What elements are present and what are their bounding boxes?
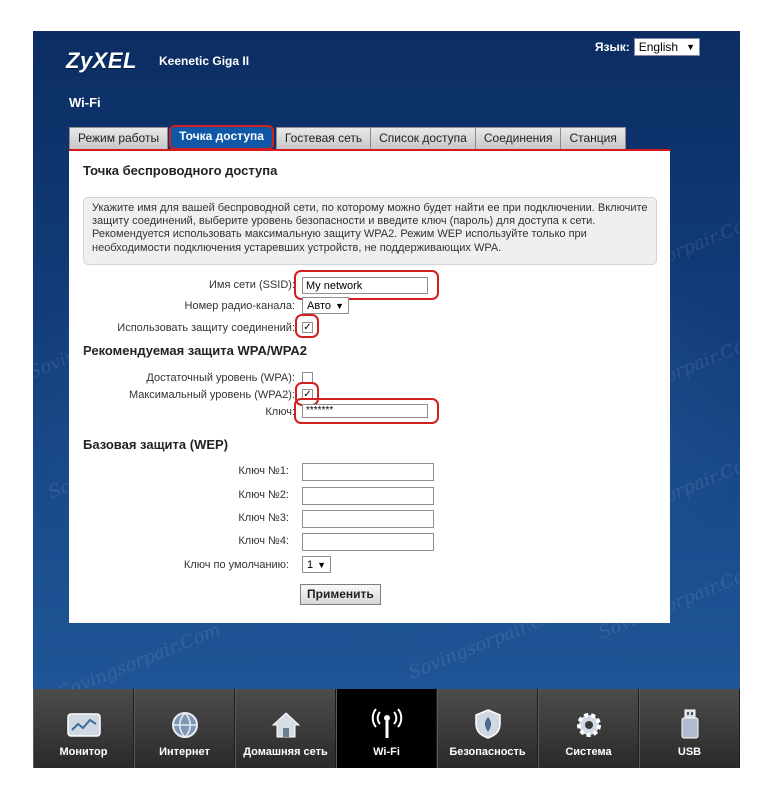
globe-icon (171, 712, 198, 738)
tab-station[interactable]: Станция (560, 127, 626, 149)
ssid-label: Имя сети (SSID): (208, 279, 295, 291)
wep-key2-input[interactable] (302, 487, 434, 505)
monitor-icon (66, 713, 101, 737)
home-icon (271, 712, 300, 738)
ssid-value: My network (306, 280, 363, 292)
channel-label: Номер радио-канала: (184, 300, 295, 312)
protect-label: Использовать защиту соединений: (117, 322, 295, 334)
wpa-checkbox[interactable] (302, 372, 313, 383)
wep-key4-label: Ключ №4: (238, 535, 289, 547)
key-input[interactable]: ******* (302, 404, 428, 418)
taskbar-security[interactable]: Безопасность (437, 689, 538, 768)
brand-logo: ZyXEL (66, 48, 137, 73)
tab-bar: Режим работы Точка доступа Гостевая сеть… (69, 125, 626, 150)
protect-checkbox[interactable]: ✓ (302, 322, 313, 333)
settings-panel: Точка беспроводного доступа Укажите имя … (69, 149, 670, 623)
language-value: English (638, 40, 679, 54)
wifi-icon (371, 708, 402, 738)
chevron-down-icon: ▼ (335, 300, 344, 311)
taskbar-home-network[interactable]: Домашняя сеть (235, 689, 336, 768)
chevron-down-icon: ▼ (686, 42, 695, 52)
taskbar-system-label: Система (565, 746, 612, 758)
wep-key3-label: Ключ №3: (238, 512, 289, 524)
key-label: Ключ: (265, 406, 295, 418)
tab-access-list[interactable]: Список доступа (370, 127, 476, 149)
taskbar-usb[interactable]: USB (639, 689, 740, 768)
router-admin-window: ZyXEL Keenetic Giga II Язык: English ▼ W… (33, 31, 740, 768)
page-title: Wi-Fi (69, 95, 101, 110)
wep-key1-input[interactable] (302, 463, 434, 481)
tab-access-point[interactable]: Точка доступа (169, 125, 274, 150)
wep-key2-label: Ключ №2: (238, 489, 289, 501)
taskbar-internet[interactable]: Интернет (134, 689, 235, 768)
wpa2-label: Максимальный уровень (WPA2): (128, 389, 295, 401)
wpa-label: Достаточный уровень (WPA): (146, 372, 295, 384)
model-name: Keenetic Giga II (159, 54, 250, 68)
taskbar-monitor[interactable]: Монитор (33, 689, 134, 768)
wep-key4-input[interactable] (302, 533, 434, 551)
taskbar-wifi[interactable]: Wi-Fi (336, 689, 437, 768)
wep-section-title: Базовая защита (WEP) (83, 437, 229, 452)
tab-mode[interactable]: Режим работы (69, 127, 169, 149)
main-taskbar: Монитор Интернет Домашняя сеть Wi-Fi Без… (33, 689, 740, 768)
chevron-down-icon: ▼ (317, 559, 326, 570)
taskbar-security-label: Безопасность (449, 746, 526, 758)
ssid-input[interactable]: My network (302, 277, 428, 294)
wep-key1-label: Ключ №1: (238, 465, 289, 477)
taskbar-usb-label: USB (677, 746, 702, 758)
key-value: ******* (306, 405, 334, 416)
info-box: Укажите имя для вашей беспроводной сети,… (83, 197, 657, 265)
apply-button[interactable]: Применить (300, 584, 381, 605)
language-selector-group: Язык: English ▼ (595, 38, 700, 56)
tab-connections[interactable]: Соединения (474, 127, 562, 149)
language-select[interactable]: English ▼ (633, 38, 700, 56)
taskbar-internet-label: Интернет (159, 746, 210, 758)
gear-icon (576, 713, 601, 737)
wep-key3-input[interactable] (302, 510, 434, 528)
taskbar-wifi-label: Wi-Fi (373, 746, 400, 758)
taskbar-monitor-label: Монитор (59, 746, 108, 758)
section-title: Точка беспроводного доступа (83, 163, 278, 178)
channel-select[interactable]: Авто ▼ (302, 297, 349, 314)
language-label: Язык: (594, 40, 630, 54)
wpa2-checkbox[interactable]: ✓ (302, 389, 313, 400)
wpa-section-title: Рекомендуемая защита WPA/WPA2 (83, 343, 308, 358)
channel-value: Авто (307, 299, 331, 312)
taskbar-system[interactable]: Система (538, 689, 639, 768)
taskbar-home-network-label: Домашняя сеть (243, 746, 328, 758)
default-key-value: 1 (307, 558, 314, 571)
default-key-select[interactable]: 1 ▼ (302, 556, 331, 573)
default-key-label: Ключ по умолчанию: (183, 559, 289, 571)
shield-icon (474, 709, 501, 739)
tab-guest-network[interactable]: Гостевая сеть (275, 127, 372, 149)
usb-icon (681, 709, 698, 739)
